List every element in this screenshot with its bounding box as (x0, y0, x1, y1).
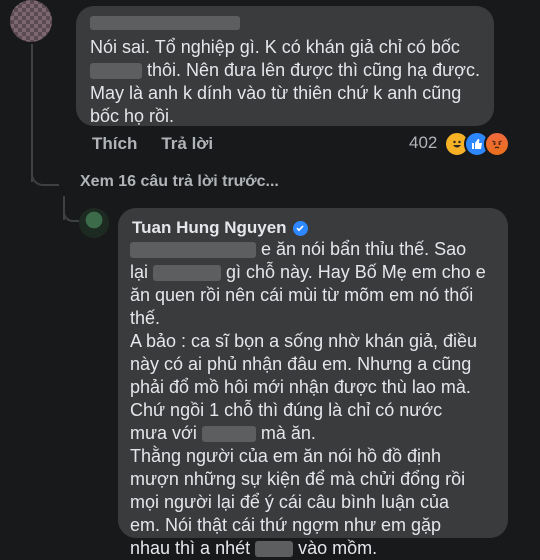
comment-bubble: Nói sai. Tổ nghiệp gì. K có khán giả chỉ… (76, 6, 494, 126)
censored-word (130, 242, 256, 259)
thread-connector (31, 170, 59, 186)
reply-thread-connector (63, 208, 79, 222)
like-button[interactable]: Thích (92, 134, 137, 154)
censored-word (201, 426, 256, 443)
reaction-count[interactable]: 402 (409, 133, 437, 153)
comment-actions: Thích Trả lời (92, 134, 213, 154)
author-row: Tuan Hung Nguyen (132, 218, 308, 238)
blurred-commenter-name (90, 16, 240, 30)
angry-icon (484, 131, 510, 157)
comment-text: Nói sai. Tổ nghiệp gì. K có khán giả chỉ… (90, 37, 480, 126)
reply-bubble: Tuan Hung Nguyen e ăn nói bẩn thỉu thế. … (118, 208, 508, 558)
view-previous-replies-link[interactable]: Xem 16 câu trả lời trước... (80, 173, 279, 191)
reply-button[interactable]: Trả lời (161, 134, 213, 154)
thread-line (31, 44, 33, 182)
author-name[interactable]: Tuan Hung Nguyen (132, 218, 287, 238)
censored-word (90, 63, 142, 80)
commenter-avatar[interactable] (10, 0, 52, 42)
reply-text: e ăn nói bẩn thỉu thế. Sao lại gì chỗ nà… (130, 239, 486, 558)
censored-word (255, 541, 294, 558)
verified-badge-icon (292, 220, 308, 236)
censored-word (153, 265, 222, 282)
author-avatar[interactable] (79, 208, 109, 238)
reaction-icons[interactable] (444, 131, 510, 157)
